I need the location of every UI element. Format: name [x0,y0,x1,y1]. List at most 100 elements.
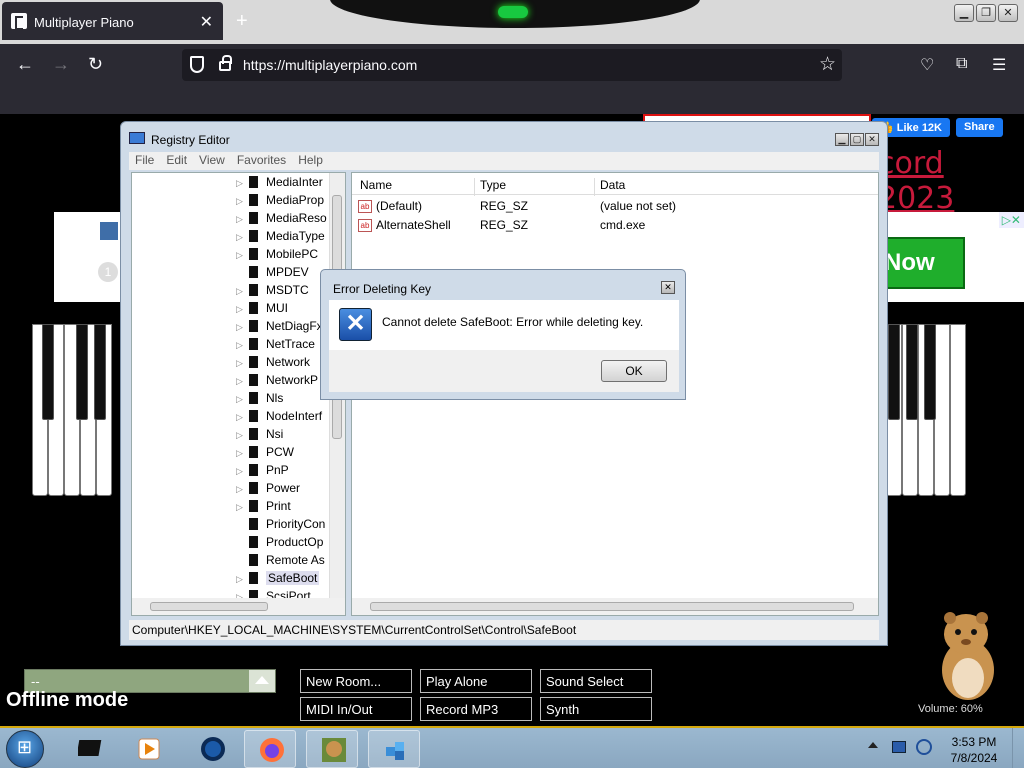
tree-item[interactable]: ▷ MobilePC [236,247,328,265]
tree-item[interactable]: ▷ MediaInter [236,175,328,193]
show-hidden-icons[interactable] [868,742,878,748]
record-link[interactable]: cord 2023 [878,146,1024,216]
new-tab-button[interactable]: + [236,10,248,33]
tree-item[interactable]: ▷ MediaType [236,229,328,247]
tree-item[interactable]: ▷ NetDiagFx [236,319,328,337]
expand-arrow-icon[interactable]: ▷ [236,178,246,189]
regedit-close-button[interactable]: ✕ [865,133,879,146]
fb-share-button[interactable]: Share [956,118,1003,137]
dialog-close-button[interactable]: ✕ [661,281,675,294]
tree-horizontal-scrollbar[interactable] [132,598,345,615]
expand-arrow-icon[interactable]: ▷ [236,412,246,423]
taskbar-app-2[interactable] [122,730,174,768]
tree-item[interactable]: ▷ MediaProp [236,193,328,211]
tree-item[interactable]: ▷ MediaReso [236,211,328,229]
tree-hscroll-thumb[interactable] [150,602,268,611]
lock-icon[interactable] [219,55,232,71]
tree-item[interactable]: MPDEV [236,265,328,283]
pocket-icon[interactable]: ♡ [920,55,934,75]
regedit-minimize-button[interactable]: ▁ [835,133,849,146]
column-type[interactable]: Type [480,178,506,192]
expand-arrow-icon[interactable]: ▷ [236,286,246,297]
tree-item[interactable]: ▷ PCW [236,445,328,463]
value-row[interactable]: ab (Default) REG_SZ (value not set) [352,197,878,216]
column-separator[interactable] [594,178,595,196]
white-key[interactable] [950,324,966,496]
piano-keys-right[interactable] [886,324,966,496]
expand-arrow-icon[interactable]: ▷ [236,466,246,477]
midi-in-out-button[interactable]: MIDI In/Out [300,697,412,721]
menu-edit[interactable]: Edit [160,152,193,170]
tree-item[interactable]: ProductOp [236,535,328,553]
value-row[interactable]: ab AlternateShell REG_SZ cmd.exe [352,216,878,235]
network-tray-icon[interactable] [892,741,906,753]
ad-close-icon[interactable]: ▷✕ [998,212,1024,228]
menu-favorites[interactable]: Favorites [231,152,292,170]
values-hscroll-thumb[interactable] [370,602,854,611]
play-alone-button[interactable]: Play Alone [420,669,532,693]
expand-arrow-icon[interactable]: ▷ [236,394,246,405]
reload-icon[interactable]: ↻ [88,54,103,74]
menu-help[interactable]: Help [292,152,329,170]
regedit-maximize-button[interactable]: ▢ [850,133,864,146]
extensions-icon[interactable]: ⧉ [956,55,967,73]
back-arrow-icon[interactable]: ← [16,54,34,74]
tree-item[interactable]: ▷ Network [236,355,328,373]
taskbar-app-1[interactable] [64,730,116,768]
synth-button[interactable]: Synth [540,697,652,721]
black-key[interactable] [888,324,900,420]
ok-button[interactable]: OK [601,360,667,382]
expand-arrow-icon[interactable]: ▷ [236,340,246,351]
expand-arrow-icon[interactable]: ▷ [236,358,246,369]
tree-item[interactable]: ▷ MSDTC [236,283,328,301]
menu-icon[interactable]: ☰ [992,55,1006,75]
tree-item[interactable]: ▷ MUI [236,301,328,319]
tree-item[interactable]: ▷ Nls [236,391,328,409]
column-name[interactable]: Name [360,178,392,192]
tree-item[interactable]: ▷ Print [236,499,328,517]
expand-arrow-icon[interactable]: ▷ [236,232,246,243]
chevron-up-icon[interactable] [249,670,275,692]
tree-item[interactable]: ▷ PnP [236,463,328,481]
white-key[interactable] [934,324,950,496]
expand-arrow-icon[interactable]: ▷ [236,250,246,261]
show-desktop-button[interactable] [1012,728,1024,768]
url-text[interactable]: https://multiplayerpiano.com [243,57,417,73]
expand-arrow-icon[interactable]: ▷ [236,574,246,585]
sound-select-button[interactable]: Sound Select [540,669,652,693]
taskbar-app-3[interactable] [186,730,238,768]
black-key[interactable] [924,324,936,420]
shield-icon[interactable] [190,56,204,73]
taskbar-regedit[interactable] [368,730,420,768]
expand-arrow-icon[interactable]: ▷ [236,196,246,207]
menu-view[interactable]: View [193,152,231,170]
values-horizontal-scrollbar[interactable] [352,598,878,615]
tray-app-icon[interactable] [916,739,932,755]
black-key[interactable] [42,324,54,420]
bookmark-star-icon[interactable]: ☆ [819,53,836,76]
url-bar[interactable]: https://multiplayerpiano.com ☆ [182,49,842,81]
close-tab-icon[interactable]: ✕ [200,12,213,32]
taskbar-firefox[interactable] [244,730,296,768]
forward-arrow-icon[interactable]: → [52,54,70,74]
expand-arrow-icon[interactable]: ▷ [236,214,246,225]
expand-arrow-icon[interactable]: ▷ [236,430,246,441]
regedit-titlebar[interactable]: Registry Editor ▁ ▢ ✕ [121,122,887,150]
expand-arrow-icon[interactable]: ▷ [236,376,246,387]
tree-item[interactable]: Remote As [236,553,328,571]
expand-arrow-icon[interactable]: ▷ [236,502,246,513]
expand-arrow-icon[interactable]: ▷ [236,322,246,333]
expand-arrow-icon[interactable]: ▷ [236,304,246,315]
tree-item[interactable]: ▷ NetTrace [236,337,328,355]
close-window-button[interactable]: ✕ [998,4,1018,22]
maximize-button[interactable]: ❐ [976,4,996,22]
expand-arrow-icon[interactable]: ▷ [236,448,246,459]
column-separator[interactable] [474,178,475,196]
black-key[interactable] [94,324,106,420]
tree-item[interactable]: PriorityCon [236,517,328,535]
black-key[interactable] [906,324,918,420]
registry-key-tree[interactable]: ▷ MediaInter ▷ MediaProp ▷ MediaReso ▷ MediaTyp… [131,172,346,616]
browser-tab[interactable]: Multiplayer Piano ✕ [2,2,223,40]
minimize-button[interactable]: ▁ [954,4,974,22]
black-key[interactable] [76,324,88,420]
